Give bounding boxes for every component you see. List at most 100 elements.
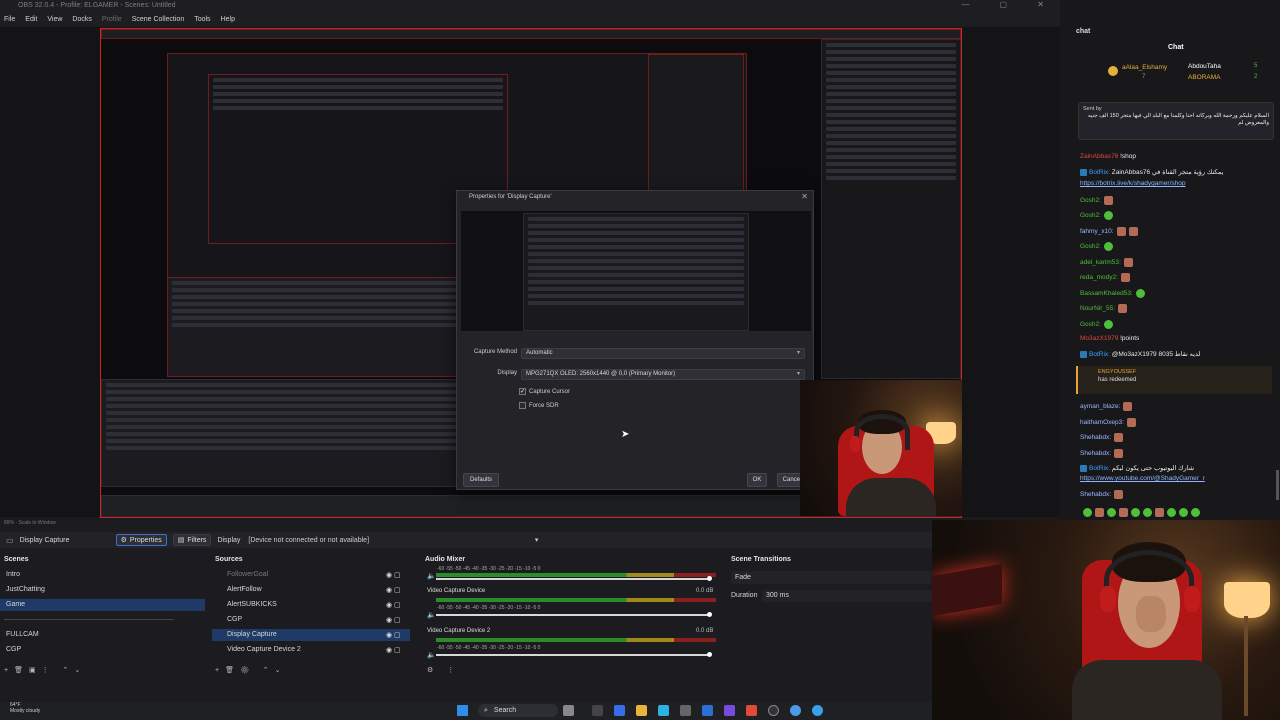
source-item-selected[interactable]: Display Capture bbox=[212, 629, 410, 641]
zoom-level[interactable]: 89% bbox=[4, 520, 14, 526]
mixer-volume-slider[interactable] bbox=[436, 578, 710, 580]
chat-username[interactable]: fahmy_x10: bbox=[1080, 228, 1114, 235]
chat-username[interactable]: adel_karim53: bbox=[1080, 259, 1121, 266]
scale-mode[interactable]: Scale to Window bbox=[18, 520, 55, 526]
menu-view[interactable]: View bbox=[47, 16, 62, 23]
transition-select[interactable]: Fade bbox=[731, 571, 931, 584]
scene-item-selected[interactable]: Game bbox=[0, 599, 205, 611]
file-explorer-icon[interactable] bbox=[636, 705, 647, 716]
speaker-icon[interactable]: 🔈 bbox=[427, 611, 436, 619]
source-item[interactable]: CGP bbox=[212, 614, 410, 626]
chat-username[interactable]: Gosh2: bbox=[1080, 197, 1101, 204]
chat-link[interactable]: https://botrix.live/k/shadygamer/shop bbox=[1080, 180, 1186, 187]
app-icon[interactable] bbox=[724, 705, 735, 716]
eye-icon[interactable]: ◉ ▢ bbox=[386, 601, 401, 609]
mixer-volume-knob[interactable] bbox=[707, 612, 712, 617]
chat-username[interactable]: reda_mody2: bbox=[1080, 274, 1118, 281]
chat-username[interactable]: Gosh2: bbox=[1080, 243, 1101, 250]
leader-3-name: ABORAMA bbox=[1188, 74, 1221, 81]
source-item[interactable]: AlertFollow bbox=[212, 584, 410, 596]
properties-button[interactable]: ⚙ Properties bbox=[115, 534, 167, 546]
menu-file[interactable]: File bbox=[4, 16, 15, 23]
weather-widget[interactable]: 64°F Mostly cloudy bbox=[10, 702, 40, 714]
eye-icon[interactable]: ◉ ▢ bbox=[386, 586, 401, 594]
taskbar-search[interactable]: ⌕ Search bbox=[478, 704, 558, 717]
display-value: MPG271QX OLED: 2560x1440 @ 0,0 (Primary … bbox=[526, 371, 676, 377]
speaker-icon[interactable]: 🔈 bbox=[427, 651, 436, 659]
eye-icon[interactable]: ◉ ▢ bbox=[386, 631, 401, 639]
chat-username[interactable]: Shehabdx: bbox=[1080, 434, 1111, 441]
chat-username[interactable]: BotRix: bbox=[1089, 169, 1110, 176]
chat-scrollbar[interactable] bbox=[1276, 470, 1279, 500]
mixer-volume-slider[interactable] bbox=[436, 614, 710, 616]
windows-start-icon[interactable] bbox=[457, 705, 468, 716]
capture-cursor-row[interactable]: ✓ Capture Cursor bbox=[519, 388, 570, 395]
scene-item[interactable]: FULLCAM bbox=[0, 629, 205, 641]
lamp-icon bbox=[1224, 582, 1270, 618]
widgets-icon[interactable] bbox=[563, 705, 574, 716]
source-item[interactable]: FollowerGoal bbox=[212, 569, 410, 581]
filters-button[interactable]: ▤ Filters bbox=[172, 534, 212, 546]
eye-icon[interactable]: ◉ ▢ bbox=[386, 646, 401, 654]
app-icon[interactable] bbox=[790, 705, 801, 716]
ok-button[interactable]: OK bbox=[747, 473, 767, 487]
force-sdr-row[interactable]: Force SDR bbox=[519, 402, 559, 409]
brave-icon[interactable] bbox=[746, 705, 757, 716]
chat-username[interactable]: BotRix: bbox=[1089, 351, 1110, 358]
app-icon[interactable] bbox=[680, 705, 691, 716]
mixer-volume-slider[interactable] bbox=[436, 654, 710, 656]
app-icon[interactable] bbox=[812, 705, 823, 716]
menu-scene-collection[interactable]: Scene Collection bbox=[132, 16, 185, 23]
chat-username[interactable]: ayman_blaze: bbox=[1080, 403, 1120, 410]
chat-username[interactable]: haithamOxep3: bbox=[1080, 419, 1124, 426]
menu-tools[interactable]: Tools bbox=[194, 16, 210, 23]
chat-message: BotRix: @Mo3azX1979 8035 لديه نقاط bbox=[1080, 350, 1200, 358]
chat-username[interactable]: Shehabdx: bbox=[1080, 491, 1111, 498]
menu-docks[interactable]: Docks bbox=[72, 16, 91, 23]
chat-username[interactable]: NourNir_55: bbox=[1080, 305, 1115, 312]
display-select[interactable]: MPG271QX OLED: 2560x1440 @ 0,0 (Primary … bbox=[521, 369, 805, 380]
chat-link[interactable]: https://www.youtube.com/@ShadyGamer_r bbox=[1080, 475, 1205, 482]
scene-controls[interactable]: +🗑▣⋮ ⌃⌄ bbox=[4, 666, 86, 674]
eye-icon[interactable]: ◉ ▢ bbox=[386, 616, 401, 624]
source-item[interactable]: Video Capture Device 2 bbox=[212, 644, 410, 656]
chat-username[interactable]: Mo3azX1979 bbox=[1080, 335, 1118, 342]
capture-cursor-checkbox[interactable]: ✓ bbox=[519, 388, 526, 395]
app-icon[interactable] bbox=[702, 705, 713, 716]
app-icon[interactable] bbox=[614, 705, 625, 716]
mixer-volume-knob[interactable] bbox=[707, 652, 712, 657]
scene-item[interactable]: JustChatting bbox=[0, 584, 205, 596]
capture-method-select[interactable]: Automatic ▾ bbox=[521, 348, 805, 359]
chat-username[interactable]: Gosh2: bbox=[1080, 212, 1101, 219]
duration-input[interactable]: 300 ms bbox=[762, 590, 932, 602]
obs-icon[interactable] bbox=[768, 705, 779, 716]
scene-item[interactable]: CGP bbox=[0, 644, 205, 656]
scene-item[interactable]: Intro bbox=[0, 569, 205, 581]
mixer-volume-knob[interactable] bbox=[707, 576, 712, 581]
window-controls[interactable]: — ▢ ✕ bbox=[961, 0, 1058, 11]
eye-icon[interactable]: ◉ ▢ bbox=[386, 571, 401, 579]
chat-username[interactable]: Shehabdx: bbox=[1080, 450, 1111, 457]
display-toolbar-select[interactable]: [Device not connected or not available] ▾ bbox=[246, 534, 542, 546]
chat-username[interactable]: Gosh2: bbox=[1080, 321, 1101, 328]
chat-username[interactable]: BassamKhaled53: bbox=[1080, 290, 1133, 297]
menu-profile[interactable]: Profile bbox=[102, 16, 122, 23]
source-item[interactable]: AlertSUBKICKS bbox=[212, 599, 410, 611]
speaker-icon[interactable]: 🔈 bbox=[427, 572, 436, 580]
close-icon[interactable]: ✕ bbox=[801, 192, 808, 201]
edge-icon[interactable] bbox=[658, 705, 669, 716]
source-controls[interactable]: +🗑⚙ ⌃⌄ bbox=[215, 666, 287, 674]
redeem-user[interactable]: ENGYOUSSEF bbox=[1078, 366, 1272, 375]
scenes-title: Scenes bbox=[4, 556, 29, 563]
mixer-controls[interactable]: ⚙ ⋮ bbox=[427, 666, 460, 674]
defaults-button[interactable]: Defaults bbox=[463, 473, 499, 487]
chat-username[interactable]: BotRix: bbox=[1089, 465, 1110, 472]
task-view-icon[interactable] bbox=[592, 705, 603, 716]
scene-transitions-title: Scene Transitions bbox=[731, 556, 791, 563]
chat-username[interactable]: ZainAbbas76 bbox=[1080, 153, 1118, 160]
menu-edit[interactable]: Edit bbox=[25, 16, 37, 23]
duration-label: Duration bbox=[731, 592, 758, 599]
menu-help[interactable]: Help bbox=[221, 16, 235, 23]
force-sdr-checkbox[interactable] bbox=[519, 402, 526, 409]
pinned-message[interactable]: Sent by السلام عليكم ورحمة الله وبركاته … bbox=[1078, 102, 1274, 140]
